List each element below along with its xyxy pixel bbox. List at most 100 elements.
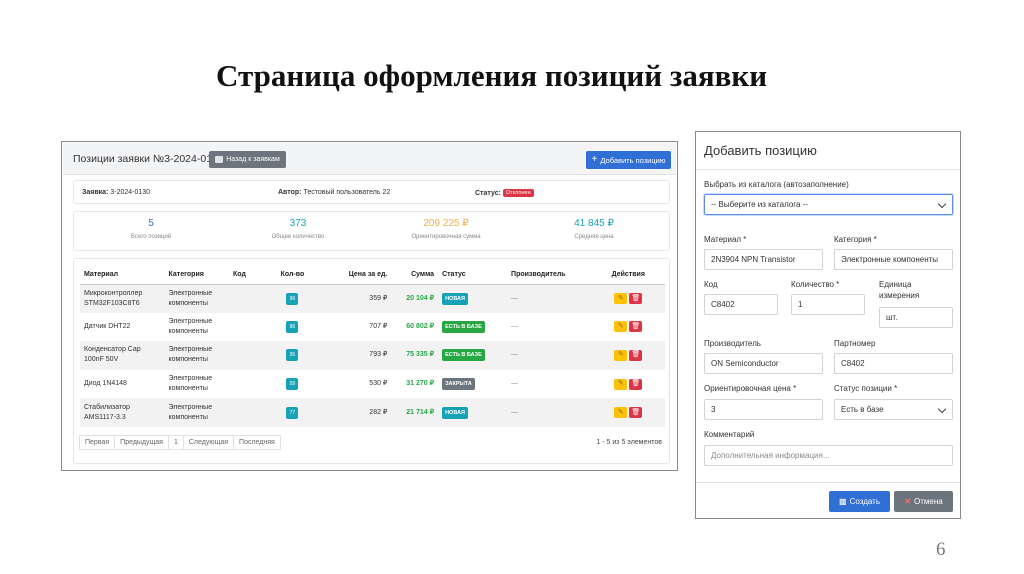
- cell-manufacturer: —: [511, 322, 519, 330]
- delete-button[interactable]: 🗑: [629, 378, 643, 390]
- column-header[interactable]: Цена за ед.: [317, 265, 392, 285]
- status-badge: НОВАЯ: [442, 292, 468, 305]
- cell-material: Конденсатор Cap 100nF 50V: [80, 341, 165, 370]
- quantity-label: Количество *: [791, 280, 840, 289]
- table-header-row: Материал Категория Код Кол-во Цена за ед…: [80, 265, 665, 285]
- material-input[interactable]: 2N3904 NPN Transistor: [704, 249, 823, 270]
- pagination-info: 1 - 5 из 5 элементов: [596, 439, 662, 446]
- cell-actions: ✎ 🗑: [592, 370, 665, 399]
- page-first[interactable]: Первая: [79, 435, 116, 450]
- delete-button[interactable]: 🗑: [629, 349, 643, 361]
- page-last[interactable]: Последняя: [233, 435, 281, 450]
- position-status-label: Статус позиции *: [834, 384, 898, 393]
- pencil-icon: ✎: [617, 322, 624, 330]
- comment-input[interactable]: Дополнительная информация...: [704, 445, 953, 466]
- stat-label: Средняя цена: [574, 234, 614, 240]
- request-value: 3-2024-0130: [110, 189, 151, 196]
- qty-badge: 96: [286, 292, 299, 305]
- cell-status: НОВАЯ: [438, 284, 508, 313]
- cell-sum: 75 335 ₽: [391, 341, 439, 370]
- unit-input[interactable]: шт.: [879, 307, 953, 328]
- cell-category: Электронные компоненты: [164, 341, 230, 370]
- manufacturer-label: Производитель: [704, 339, 761, 348]
- trash-icon: 🗑: [631, 408, 641, 416]
- status-label: Статус:: [475, 189, 501, 197]
- column-header[interactable]: Сумма: [391, 265, 439, 285]
- edit-button[interactable]: ✎: [614, 407, 628, 419]
- price-input[interactable]: 3: [704, 399, 823, 420]
- partno-input[interactable]: C8402: [834, 353, 953, 374]
- edit-button[interactable]: ✎: [614, 378, 628, 390]
- manufacturer-value: ON Semiconductor: [711, 359, 779, 368]
- trash-icon: 🗑: [631, 294, 641, 302]
- cell-manufacturer: —: [507, 341, 592, 370]
- position-status-select[interactable]: Есть в базе: [834, 399, 953, 420]
- cell-manufacturer: —: [511, 380, 519, 388]
- cell-material: Датчик DHT22: [84, 322, 131, 330]
- back-to-requests-button[interactable]: Назад к заявкам: [209, 151, 286, 168]
- category-input[interactable]: Электронные компоненты: [834, 249, 953, 270]
- cancel-button[interactable]: ✕ Отмена: [894, 491, 953, 512]
- column-header[interactable]: Кол-во: [266, 265, 318, 285]
- page-next[interactable]: Следующая: [182, 435, 235, 450]
- pencil-icon: ✎: [617, 294, 624, 302]
- qty-badge: 59: [286, 378, 299, 391]
- column-header[interactable]: Материал: [80, 265, 165, 285]
- cell-manufacturer: —: [507, 284, 592, 313]
- stat-label: Всего позиций: [130, 234, 172, 240]
- stat-value: 5: [148, 218, 154, 229]
- cell-actions: ✎ 🗑: [591, 284, 665, 313]
- edit-button[interactable]: ✎: [614, 321, 628, 333]
- category-label: Категория *: [834, 235, 877, 244]
- quantity-input[interactable]: 1: [791, 294, 865, 315]
- cell-material: Диод 1N4148: [84, 380, 127, 388]
- cell-sum: 31 270 ₽: [406, 380, 435, 388]
- page-header: Позиции заявки №3-2024-0130 Назад к заяв…: [63, 143, 676, 175]
- delete-button[interactable]: 🗑: [629, 293, 643, 305]
- page-current[interactable]: 1: [167, 435, 184, 450]
- stat-total-quantity: 373 Общее количество: [223, 218, 373, 240]
- partno-label: Партномер: [834, 339, 876, 348]
- edit-button[interactable]: ✎: [614, 293, 628, 305]
- edit-button[interactable]: ✎: [614, 349, 628, 361]
- back-button-label: Назад к заявкам: [226, 156, 280, 163]
- chevron-down-icon: [937, 404, 947, 414]
- code-value: C8402: [711, 300, 735, 309]
- create-button[interactable]: ▩ Создать: [829, 491, 890, 512]
- cell-category: Электронные компоненты: [164, 398, 230, 427]
- stat-label: Ориентировочная сумма: [411, 234, 481, 240]
- add-position-button[interactable]: + Добавить позицию: [586, 151, 671, 169]
- catalog-select[interactable]: -- Выберите из каталога --: [704, 194, 953, 215]
- back-arrow-icon: [215, 156, 224, 163]
- code-input[interactable]: C8402: [704, 294, 778, 315]
- stat-value: 373: [289, 218, 307, 229]
- table-row: Датчик DHT22 Электронные компоненты 86 707 …: [80, 313, 665, 342]
- unit-label: Единица измерения: [879, 280, 920, 300]
- column-header[interactable]: Категория: [164, 265, 230, 285]
- cell-sum: 60 802 ₽: [406, 322, 435, 330]
- author-value: Тестовый пользователь 22: [303, 189, 391, 196]
- column-header[interactable]: Статус: [438, 265, 508, 285]
- modal-title: Добавить позицию: [704, 143, 817, 158]
- cell-category: Электронные компоненты: [168, 375, 213, 393]
- column-header[interactable]: Код: [229, 265, 267, 285]
- cell-sum: 20 104 ₽: [391, 284, 439, 313]
- page-prev[interactable]: Предыдущая: [114, 435, 169, 450]
- modal-header: Добавить позицию: [696, 132, 960, 170]
- table-row: Стабилизатор AMS1117-3.3 Электронные комп…: [80, 398, 665, 427]
- cell-status: ЕСТЬ В БАЗЕ: [438, 341, 508, 370]
- delete-button[interactable]: 🗑: [629, 321, 643, 333]
- page-title: Позиции заявки №3-2024-0130: [73, 153, 224, 165]
- unit-value: шт.: [886, 313, 898, 322]
- manufacturer-input[interactable]: ON Semiconductor: [704, 353, 823, 374]
- cell-qty: 59: [267, 370, 318, 399]
- qty-badge: 95: [286, 349, 299, 362]
- partno-value: C8402: [841, 359, 865, 368]
- cell-category: Электронные компоненты: [164, 284, 230, 313]
- column-header[interactable]: Производитель: [507, 265, 592, 285]
- delete-button[interactable]: 🗑: [629, 407, 643, 419]
- stats-card: 5 Всего позиций 373 Общее количество 209…: [73, 211, 670, 251]
- cell-qty: 96: [266, 284, 318, 313]
- position-status-value: Есть в базе: [841, 405, 884, 414]
- request-label: Заявка:: [82, 189, 109, 196]
